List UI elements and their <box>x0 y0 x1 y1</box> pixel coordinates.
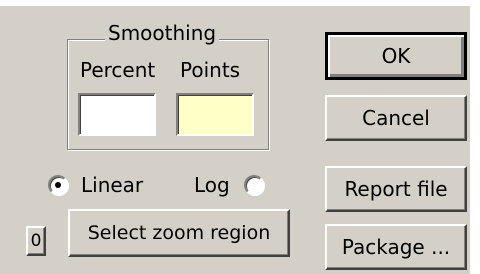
linear-radio-button[interactable] <box>48 175 68 195</box>
linear-radio-option[interactable]: Linear <box>48 170 143 200</box>
zero-button[interactable]: 0 <box>26 226 46 256</box>
percent-label: Percent <box>80 58 156 82</box>
cancel-button[interactable]: Cancel <box>325 95 467 141</box>
package-button[interactable]: Package ... <box>325 224 467 270</box>
points-label: Points <box>180 58 241 82</box>
log-radio-button[interactable] <box>243 175 264 195</box>
smoothing-group-title: Smoothing <box>105 21 220 45</box>
log-label: Log <box>194 173 230 197</box>
report-file-button[interactable]: Report file <box>325 166 467 212</box>
linear-label: Linear <box>81 173 144 197</box>
select-zoom-region-button[interactable]: Select zoom region <box>68 209 290 257</box>
ok-button[interactable]: OK <box>325 32 467 80</box>
smoothing-dialog: Smoothing Percent Points Linear Log 0 Se… <box>0 0 480 274</box>
points-input[interactable] <box>176 93 254 136</box>
percent-input[interactable] <box>78 93 156 136</box>
log-radio-option[interactable]: Log <box>194 170 264 200</box>
